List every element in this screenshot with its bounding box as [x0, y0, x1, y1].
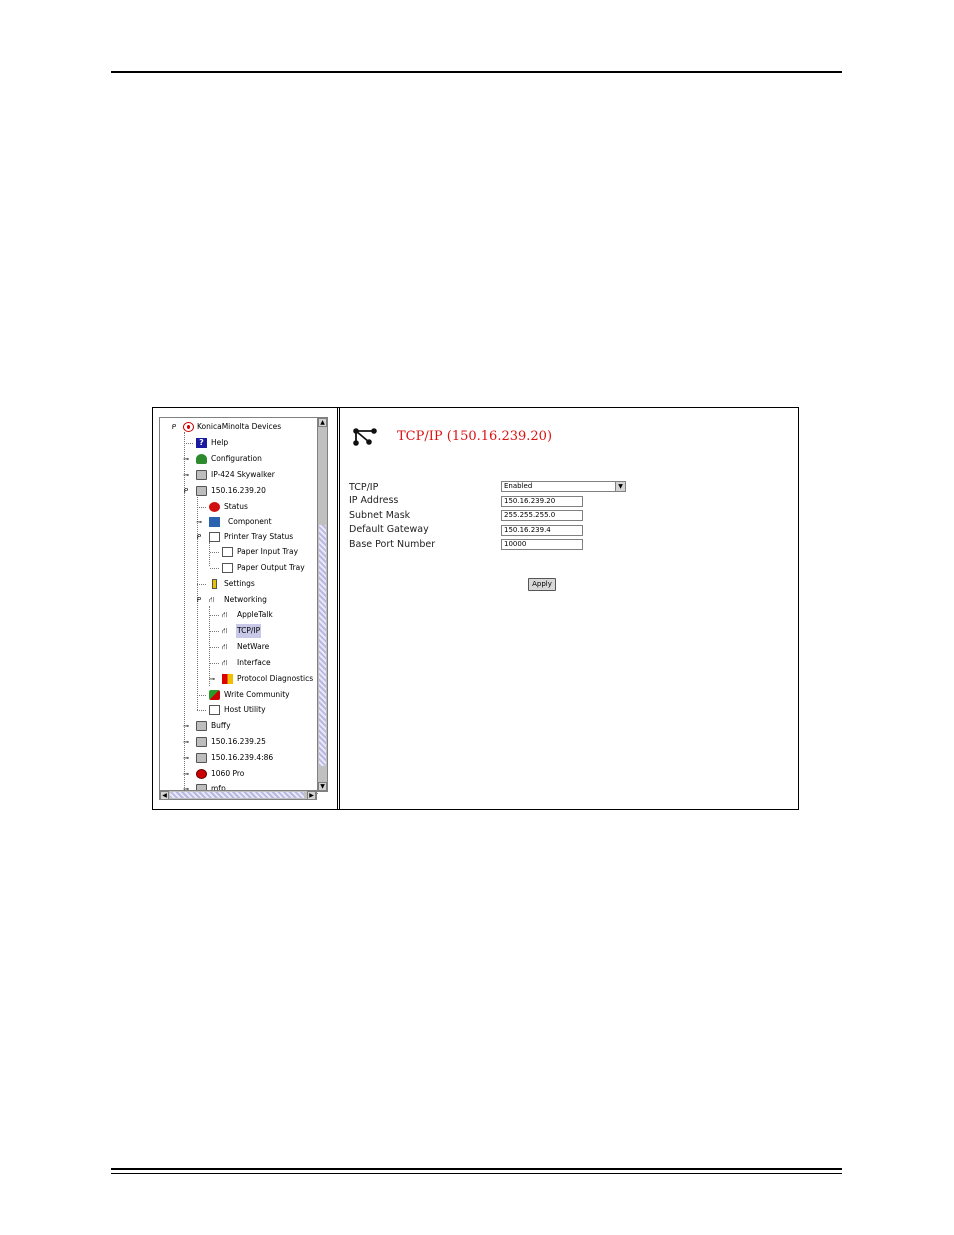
- network-icon: ⛙: [209, 595, 215, 604]
- pen-icon: [209, 690, 220, 700]
- footer-rule: [111, 1168, 842, 1170]
- help-icon: ?: [196, 438, 207, 448]
- printer-error-icon: [196, 769, 207, 779]
- collapse-icon[interactable]: ᑭ: [195, 533, 203, 541]
- scroll-thumb[interactable]: [170, 792, 304, 798]
- tree-vertical-scrollbar[interactable]: ▲ ▼: [317, 417, 328, 792]
- ip-address-field[interactable]: 150.16.239.20: [501, 496, 583, 507]
- printer-icon: [196, 486, 207, 496]
- default-gateway-label: Default Gateway: [349, 524, 429, 535]
- printer-icon: [196, 721, 207, 731]
- scroll-left-button[interactable]: ◀: [160, 791, 169, 800]
- expand-icon[interactable]: ⊸: [182, 471, 190, 479]
- default-gateway-field[interactable]: 150.16.239.4: [501, 525, 583, 536]
- expand-icon[interactable]: ⊸: [182, 455, 190, 463]
- network-icon: [353, 428, 377, 446]
- diagnostics-icon: [222, 674, 233, 684]
- scroll-up-button[interactable]: ▲: [318, 418, 327, 427]
- tray-icon: [209, 532, 220, 542]
- app-window: ᑭ KonicaMinolta Devices ? Help ⊸ Configu…: [152, 407, 799, 810]
- tree-root-label: KonicaMinolta Devices: [197, 422, 282, 431]
- subnet-mask-label: Subnet Mask: [349, 510, 411, 521]
- base-port-field[interactable]: 10000: [501, 539, 583, 550]
- scroll-down-button[interactable]: ▼: [318, 782, 327, 791]
- page-title: TCP/IP (150.16.239.20): [397, 429, 553, 444]
- network-icon: ⛙: [222, 642, 228, 651]
- eye-icon: [183, 422, 194, 432]
- expand-icon[interactable]: ⊸: [195, 518, 203, 526]
- printer-icon: [196, 753, 207, 763]
- scroll-right-button[interactable]: ▶: [307, 791, 316, 800]
- tray-icon: [222, 563, 233, 573]
- printer-icon: [196, 470, 207, 480]
- collapse-icon[interactable]: ᑭ: [182, 487, 190, 495]
- selected-tree-label: TCP/IP: [236, 624, 262, 638]
- device-tree: ᑭ KonicaMinolta Devices ? Help ⊸ Configu…: [159, 417, 318, 794]
- expand-icon[interactable]: ⊸: [182, 754, 190, 762]
- tcpip-label: TCP/IP: [349, 482, 379, 493]
- printer-icon: [196, 737, 207, 747]
- subnet-mask-field[interactable]: 255.255.255.0: [501, 510, 583, 521]
- network-icon: ⛙: [222, 610, 228, 619]
- tcpip-select[interactable]: Enabled ▼: [501, 481, 626, 492]
- network-icon: ⛙: [222, 626, 228, 635]
- device-tree-pane: ᑭ KonicaMinolta Devices ? Help ⊸ Configu…: [153, 408, 338, 809]
- tray-icon: [222, 547, 233, 557]
- component-icon: [209, 517, 220, 527]
- scroll-thumb[interactable]: [319, 525, 326, 766]
- status-icon: [209, 502, 220, 512]
- utility-icon: [209, 705, 220, 715]
- collapse-icon[interactable]: ᑭ: [195, 596, 203, 604]
- tcpip-select-value: Enabled: [504, 482, 533, 490]
- apply-button[interactable]: Apply: [528, 578, 556, 591]
- expand-icon[interactable]: ⊸: [208, 675, 216, 683]
- settings-icon: [212, 579, 217, 589]
- tree-horizontal-scrollbar[interactable]: ◀ ▶: [159, 790, 317, 800]
- chevron-down-icon[interactable]: ▼: [615, 482, 625, 491]
- expand-icon[interactable]: ⊸: [182, 770, 190, 778]
- header-rule: [111, 71, 842, 73]
- expand-icon[interactable]: ⊸: [182, 722, 190, 730]
- network-icon: ⛙: [222, 658, 228, 667]
- collapse-icon[interactable]: ᑭ: [170, 423, 178, 431]
- configuration-icon: [196, 454, 207, 464]
- expand-icon[interactable]: ⊸: [182, 738, 190, 746]
- pane-divider[interactable]: [339, 408, 340, 809]
- footer-rule-thin: [111, 1173, 842, 1174]
- base-port-label: Base Port Number: [349, 539, 436, 550]
- ip-address-label: IP Address: [349, 495, 399, 506]
